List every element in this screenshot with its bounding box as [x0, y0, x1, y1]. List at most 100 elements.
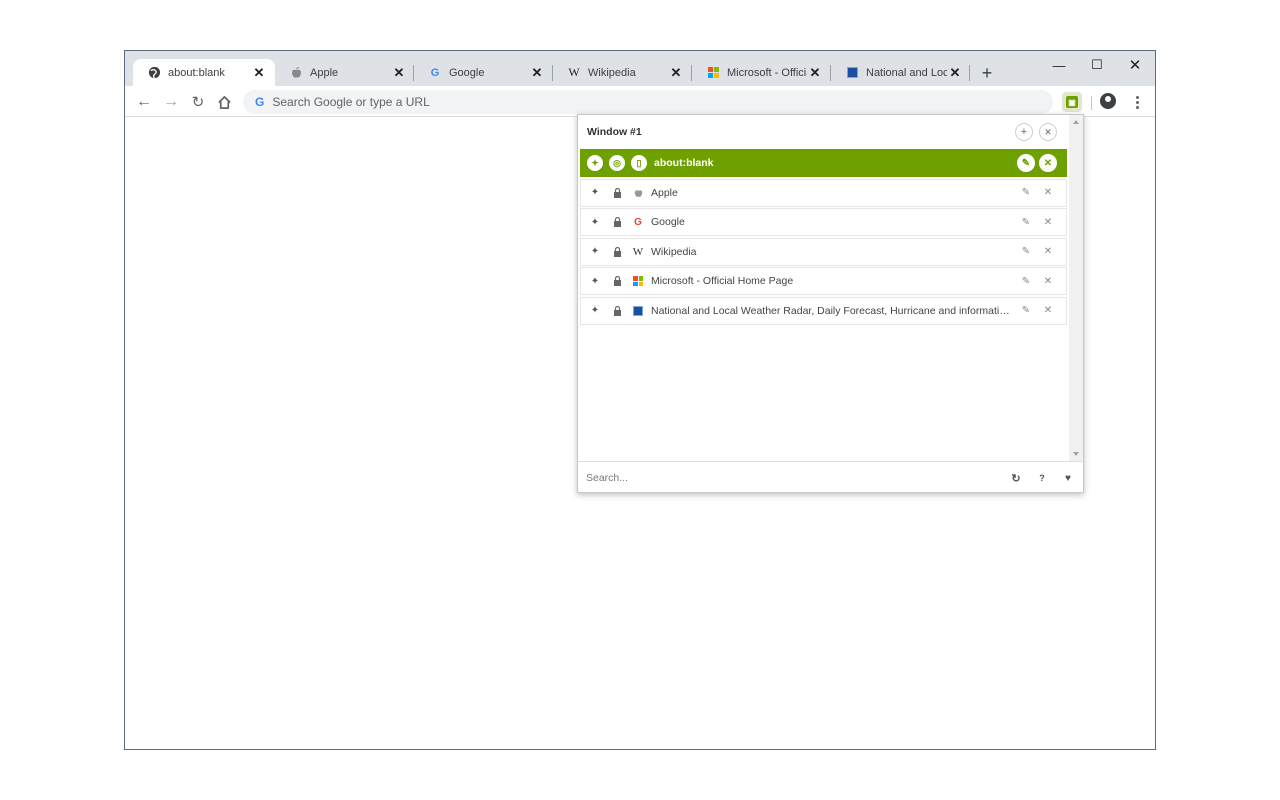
close-tab-icon[interactable]: ✕	[1037, 179, 1059, 207]
tab-close-icon[interactable]: ✕	[668, 65, 684, 81]
tab-list-title: about:blank	[654, 157, 714, 169]
scrollbar[interactable]	[1069, 115, 1083, 461]
home-button[interactable]	[214, 92, 234, 112]
weather-channel-icon	[845, 66, 859, 80]
refresh-icon[interactable]: ↻	[1009, 471, 1023, 485]
microsoft-icon	[706, 66, 720, 80]
tab-apple[interactable]: Apple ✕	[275, 59, 415, 86]
wikipedia-icon: W	[632, 245, 644, 258]
tab-microsoft[interactable]: Microsoft - Official Home Page ✕	[692, 59, 831, 86]
pin-icon[interactable]: ✦	[584, 149, 606, 177]
toolbar-separator	[1091, 96, 1092, 110]
wikipedia-icon: W	[568, 65, 580, 79]
tab-close-icon[interactable]: ✕	[947, 65, 963, 81]
microsoft-icon	[629, 267, 647, 295]
tab-list-item[interactable]: ✦ W Wikipedia ✎ ✕	[580, 237, 1067, 266]
tab-title: Microsoft - Official Home Page	[727, 66, 807, 79]
tab-list-item[interactable]: ✦ National and Local Weather Radar, Dail…	[580, 296, 1067, 325]
tab-close-icon[interactable]: ✕	[807, 65, 823, 81]
search-input[interactable]	[586, 471, 966, 484]
tab-close-icon[interactable]: ✕	[529, 65, 545, 81]
browser-toolbar: ← → ↻ G Search Google or type a URL ▣	[125, 86, 1155, 117]
tab-manager-extension-button[interactable]: ▣	[1062, 92, 1082, 112]
lock-icon[interactable]	[606, 238, 628, 266]
browser-menu-button[interactable]	[1131, 92, 1143, 112]
close-tab-icon[interactable]: ✕	[1037, 208, 1059, 236]
close-tab-icon[interactable]: ✕	[1037, 297, 1059, 325]
tab-list-item[interactable]: ✦ ◎ ▯ about:blank ✎ ✕	[580, 149, 1067, 177]
tab-list-title: Apple	[651, 186, 678, 199]
tab-list: ✦ ◎ ▯ about:blank ✎ ✕ ✦ Apple ✎ ✕ ✦ G Go…	[580, 149, 1067, 326]
tab-close-icon[interactable]: ✕	[251, 65, 267, 81]
tab-wikipedia[interactable]: W Wikipedia ✕	[553, 59, 692, 86]
tab-list-title: National and Local Weather Radar, Daily …	[651, 304, 1015, 317]
new-tab-button[interactable]: +	[977, 63, 997, 83]
edit-icon[interactable]: ✎	[1015, 297, 1037, 325]
lock-icon[interactable]	[606, 267, 628, 295]
edit-icon[interactable]: ✎	[1015, 267, 1037, 295]
tab-separator	[969, 65, 970, 81]
tab-title: Apple	[310, 66, 339, 79]
minimize-button[interactable]: —	[1039, 55, 1079, 75]
edit-icon[interactable]: ✎	[1015, 179, 1037, 207]
add-tab-button[interactable]: +	[1015, 123, 1033, 141]
apple-icon	[289, 66, 303, 80]
back-button[interactable]: ←	[134, 92, 154, 112]
tab-strip: about:blank ✕ Apple ✕ G Google ✕ W Wikip…	[125, 51, 1155, 86]
heart-icon[interactable]: ♥	[1061, 471, 1075, 485]
close-tab-icon[interactable]: ✕	[1037, 267, 1059, 295]
google-icon: G	[634, 216, 642, 228]
tab-google[interactable]: G Google ✕	[414, 59, 553, 86]
scroll-up-icon[interactable]	[1073, 120, 1079, 124]
tab-list-item[interactable]: ✦ Microsoft - Official Home Page ✎ ✕	[580, 267, 1067, 295]
tab-title: National and Local Weather Radar	[866, 66, 947, 79]
home-icon	[217, 95, 231, 109]
tab-list-title: Wikipedia	[651, 245, 697, 258]
pin-icon[interactable]: ✦	[584, 208, 606, 236]
popup-header: Window #1 + ✕	[578, 115, 1068, 149]
edit-icon[interactable]: ✎	[1015, 208, 1037, 236]
edit-icon[interactable]: ✎	[1015, 149, 1037, 177]
omnibox-placeholder: Search Google or type a URL	[272, 95, 430, 109]
window-title: Window #1	[587, 126, 642, 138]
tab-title: Google	[449, 66, 485, 79]
tab-list-title: Microsoft - Official Home Page	[651, 275, 794, 287]
tab-title: Wikipedia	[588, 66, 636, 79]
omnibox[interactable]: G Search Google or type a URL	[243, 90, 1053, 114]
maximize-button[interactable]: ☐	[1077, 55, 1117, 75]
weather-channel-icon	[629, 297, 647, 325]
reload-button[interactable]: ↻	[188, 92, 208, 112]
pin-icon[interactable]: ✦	[584, 297, 606, 325]
lock-icon[interactable]	[606, 208, 628, 236]
pin-icon[interactable]: ✦	[584, 267, 606, 295]
edit-icon[interactable]: ✎	[1015, 238, 1037, 266]
lock-icon[interactable]	[606, 297, 628, 325]
close-tab-icon[interactable]: ✕	[1037, 238, 1059, 266]
lock-icon[interactable]: ◎	[606, 149, 628, 177]
tab-title: about:blank	[168, 66, 225, 79]
forward-button[interactable]: →	[161, 92, 181, 112]
tab-list-title: Google	[651, 216, 685, 228]
globe-icon	[147, 66, 161, 80]
apple-icon	[629, 179, 647, 207]
popup-footer: ↻ ? ♥	[578, 461, 1083, 493]
scroll-down-icon[interactable]	[1073, 452, 1079, 456]
tab-list-item[interactable]: ✦ Apple ✎ ✕	[580, 178, 1067, 207]
google-icon: G	[255, 95, 265, 109]
tab-manager-icon: ▣	[1066, 96, 1078, 108]
tab-list-item[interactable]: ✦ G Google ✎ ✕	[580, 208, 1067, 236]
tab-about-blank[interactable]: about:blank ✕	[133, 59, 275, 86]
page-icon: ▯	[628, 149, 650, 177]
tab-weather[interactable]: National and Local Weather Radar ✕	[831, 59, 971, 86]
lock-icon[interactable]	[606, 179, 628, 207]
close-tab-icon[interactable]: ✕	[1037, 149, 1059, 177]
pin-icon[interactable]: ✦	[584, 238, 606, 266]
help-icon[interactable]: ?	[1035, 471, 1049, 485]
google-icon: G	[430, 66, 440, 79]
close-window-button[interactable]: ✕	[1039, 123, 1057, 141]
profile-avatar-icon[interactable]	[1100, 93, 1116, 109]
pin-icon[interactable]: ✦	[584, 179, 606, 207]
tab-manager-popup: Window #1 + ✕ ✦ ◎ ▯ about:blank ✎ ✕ ✦ Ap…	[577, 114, 1084, 493]
close-window-button[interactable]: ✕	[1115, 55, 1155, 75]
tab-close-icon[interactable]: ✕	[391, 65, 407, 81]
